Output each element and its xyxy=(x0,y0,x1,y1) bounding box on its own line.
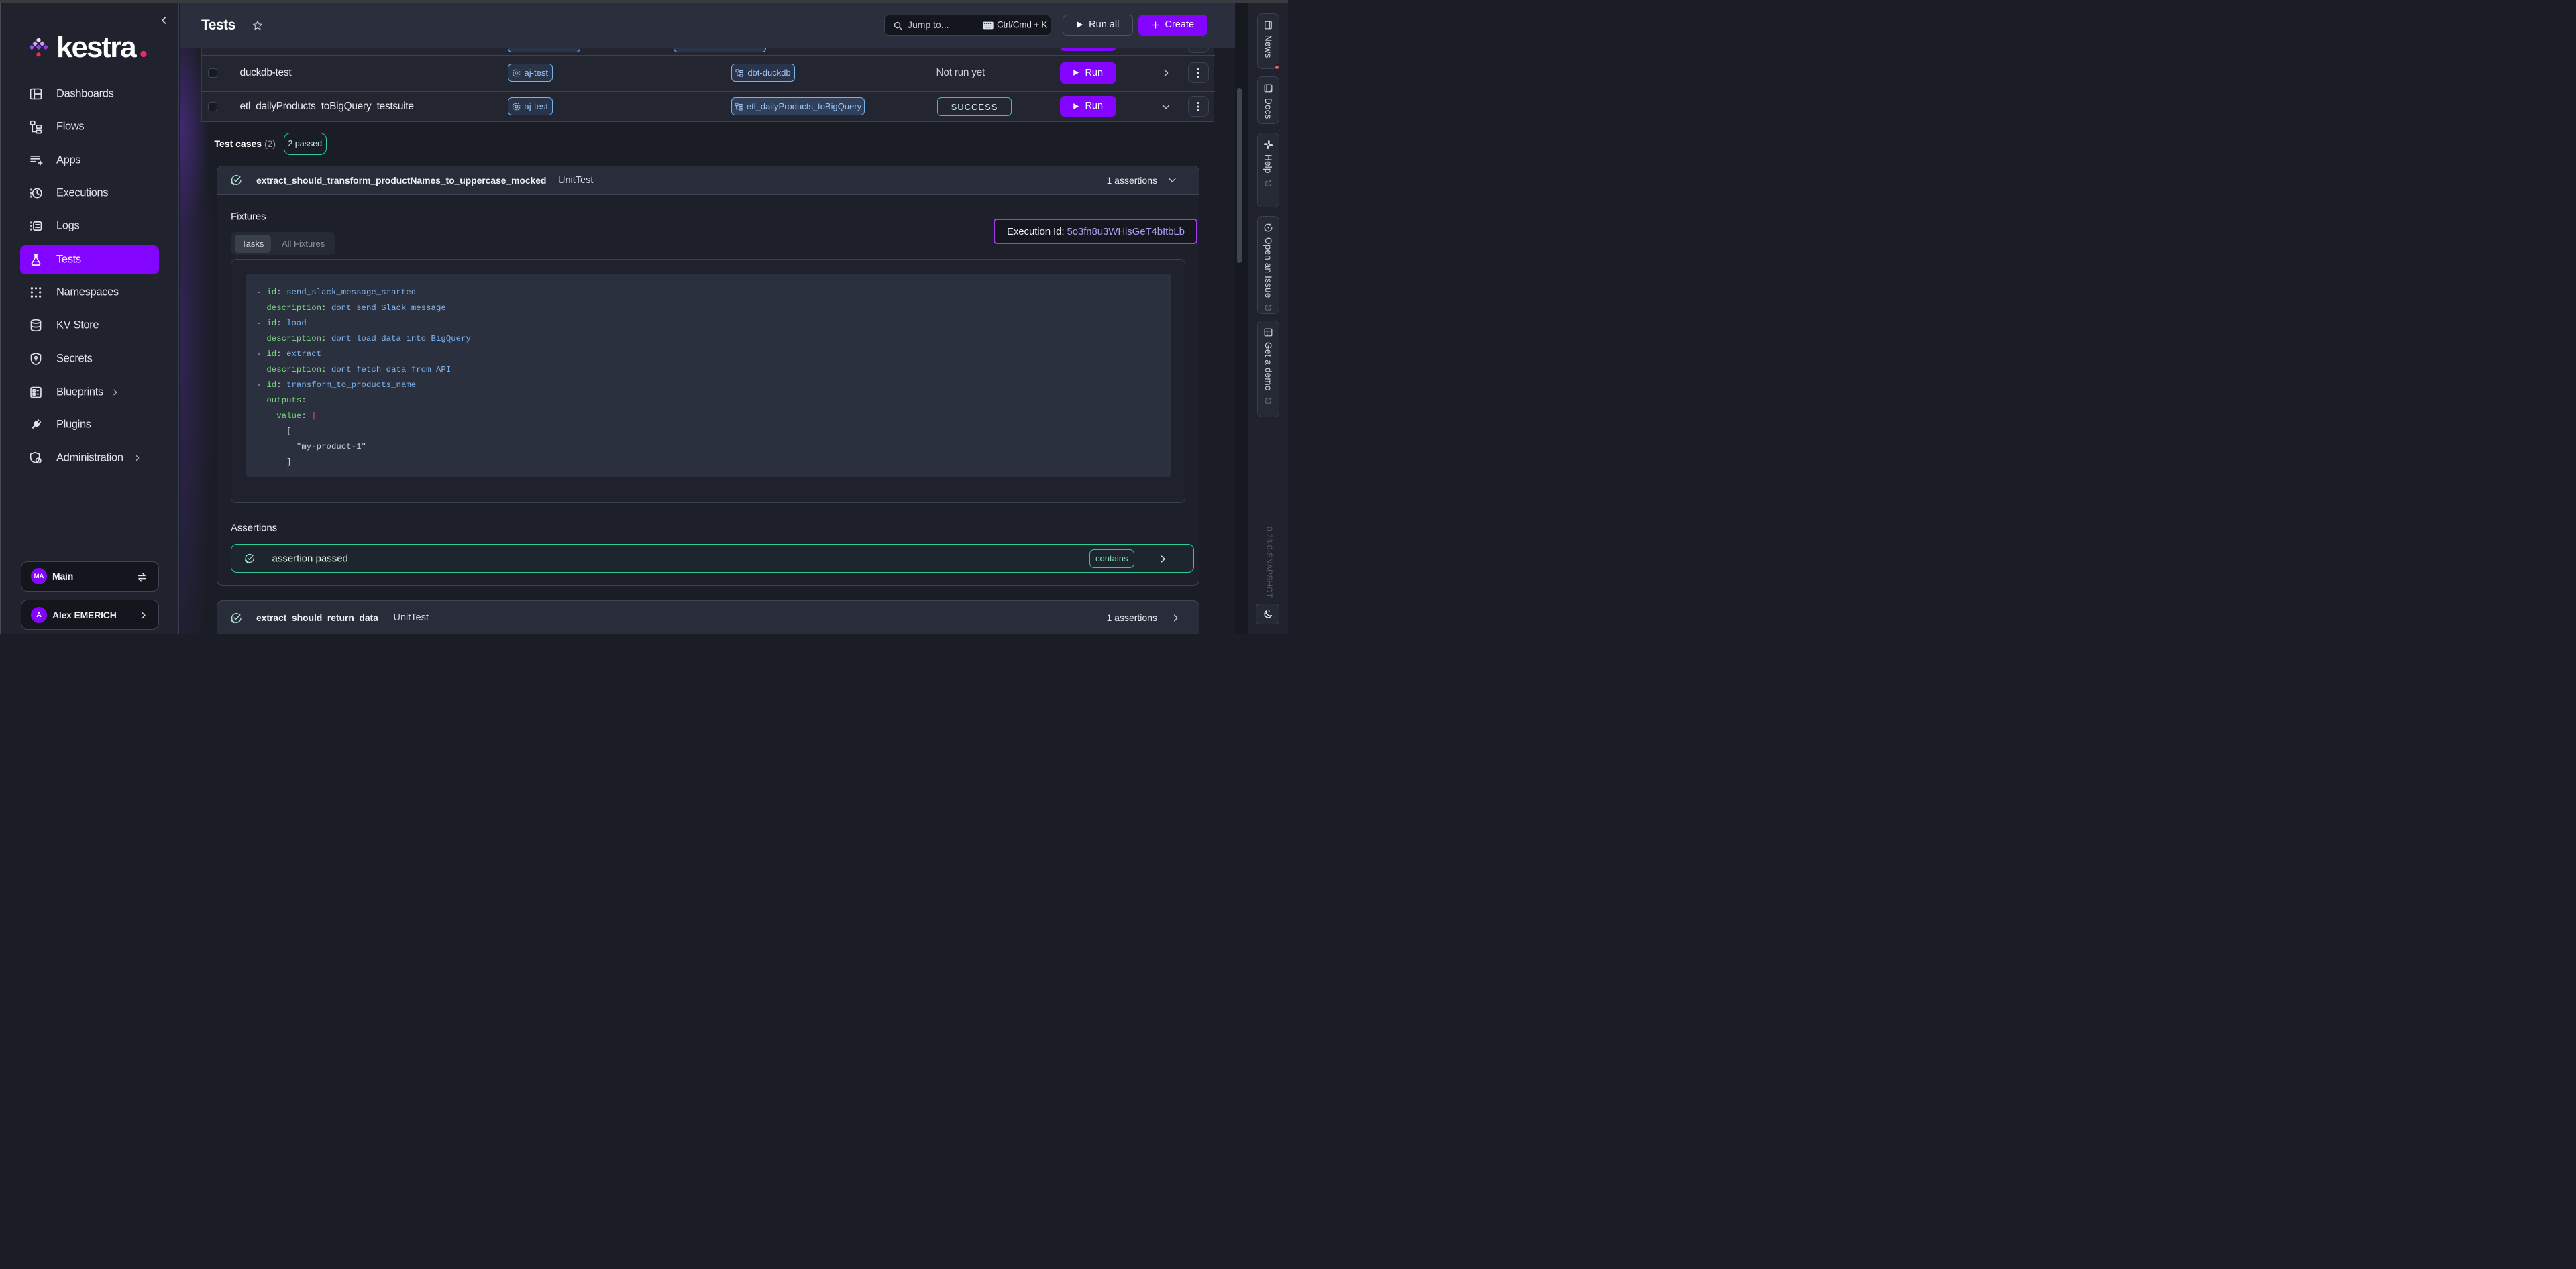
svg-text:kestra: kestra xyxy=(56,31,137,64)
